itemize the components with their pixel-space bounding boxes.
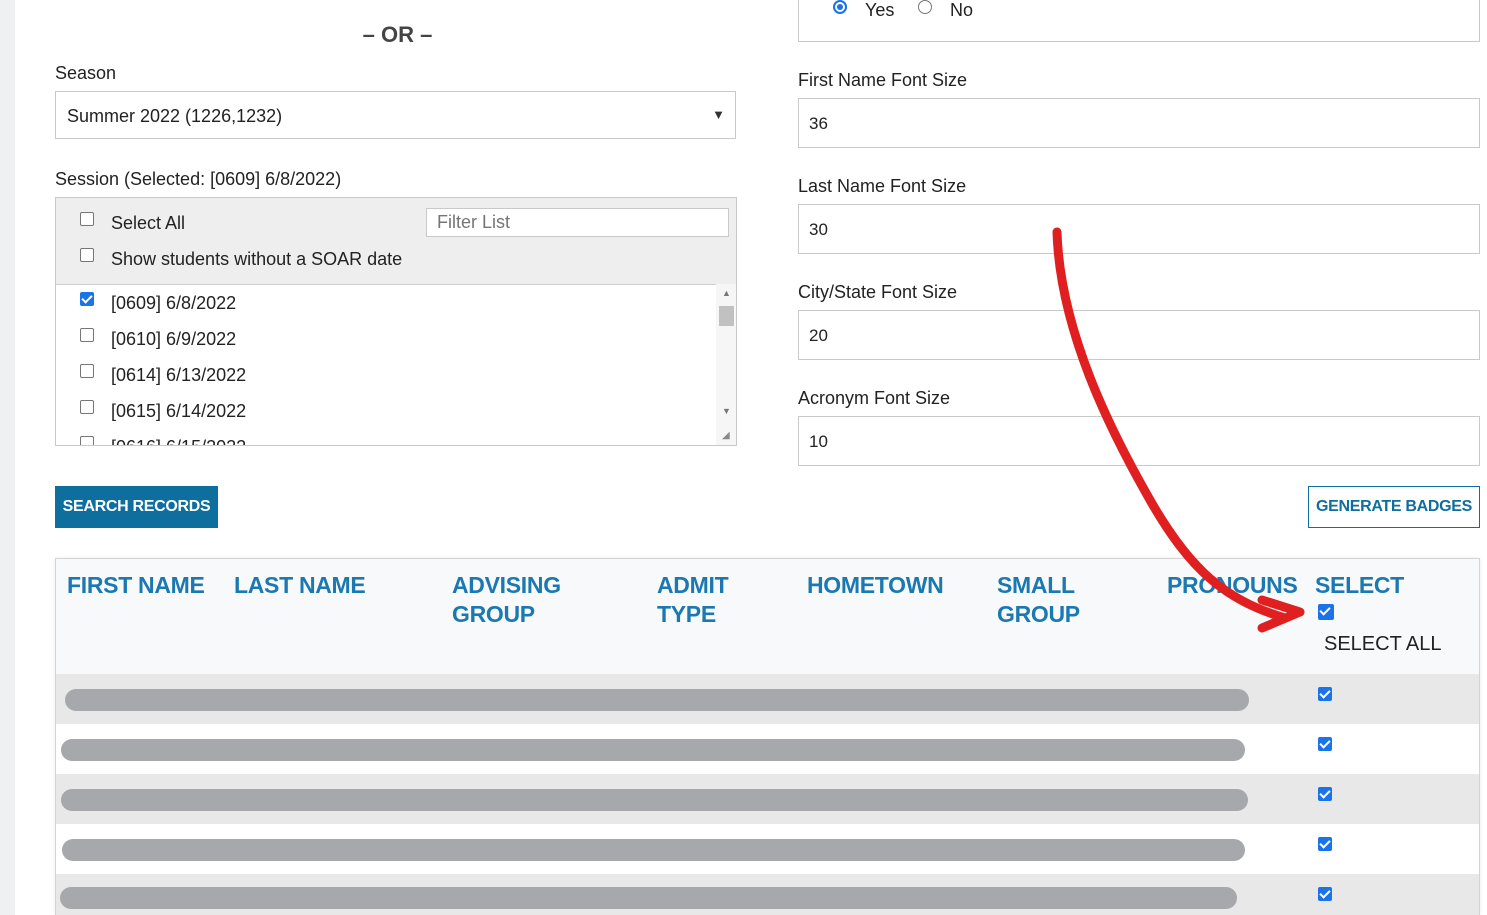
row-select-checkbox[interactable] [1318,687,1332,701]
session-list-panel: Select All Show students without a SOAR … [55,197,737,446]
scroll-thumb[interactable] [719,306,734,326]
session-item-label: [0610] 6/9/2022 [111,329,237,349]
last-name-font-value: 30 [809,220,828,239]
scroll-up-icon[interactable]: ▲ [722,288,731,298]
session-item-label: [0615] 6/14/2022 [111,401,247,421]
season-value: Summer 2022 (1226,1232) [67,106,283,126]
last-name-font-field[interactable]: 30 [798,204,1480,254]
search-records-button[interactable]: SEARCH RECORDS [55,486,218,528]
header-admit-type[interactable]: ADMIT TYPE [657,571,747,629]
no-radio[interactable] [918,0,932,14]
table-row [56,874,1479,915]
season-label: Season [55,63,117,83]
filter-list-input[interactable] [426,208,729,237]
session-scrollbar[interactable]: ▲ ▼ [716,284,736,445]
session-list-header: Select All Show students without a SOAR … [56,198,736,285]
records-table: FIRST NAME LAST NAME ADVISING GROUP ADMI… [55,558,1480,915]
header-select: SELECT [1315,572,1404,598]
table-row [56,674,1479,724]
select-all-label: Select All [111,213,186,233]
acronym-font-field[interactable]: 10 [798,416,1480,466]
session-checkbox[interactable] [80,364,94,378]
generate-badges-button[interactable]: GENERATE BADGES [1308,486,1480,528]
select-all-rows-label: SELECT ALL [1324,633,1442,655]
redacted-row-content [60,887,1237,909]
show-without-soar-checkbox[interactable] [80,248,94,262]
header-pronouns[interactable]: PRONOUNS [1167,571,1297,600]
session-checkbox[interactable] [80,328,94,342]
acronym-font-label: Acronym Font Size [798,388,951,408]
yes-radio[interactable] [833,0,847,14]
table-header: FIRST NAME LAST NAME ADVISING GROUP ADMI… [56,559,1479,674]
last-name-font-label: Last Name Font Size [798,176,967,196]
resize-handle-icon[interactable]: ◢ [722,430,730,441]
select-all-rows-checkbox[interactable] [1318,604,1334,620]
session-item-label: [0614] 6/13/2022 [111,365,247,385]
table-row [56,774,1479,824]
left-edge [0,0,15,915]
row-select-checkbox[interactable] [1318,887,1332,901]
row-select-checkbox[interactable] [1318,837,1332,851]
no-label: No [950,0,974,20]
session-checkbox[interactable] [80,292,94,306]
show-without-soar-label: Show students without a SOAR date [111,249,403,269]
table-row [56,724,1479,774]
option-box [798,0,1480,42]
row-select-checkbox[interactable] [1318,737,1332,751]
chevron-down-icon: ▼ [712,107,725,122]
session-checkbox[interactable] [80,436,94,445]
first-name-font-label: First Name Font Size [798,70,968,90]
season-select[interactable]: Summer 2022 (1226,1232) ▼ [55,91,736,139]
or-divider: – OR – [362,22,433,47]
session-item-label: [0609] 6/8/2022 [111,293,237,313]
redacted-row-content [61,739,1245,761]
header-first-name[interactable]: FIRST NAME [67,571,205,600]
city-state-font-value: 20 [809,326,828,345]
city-state-font-field[interactable]: 20 [798,310,1480,360]
scroll-down-icon[interactable]: ▼ [722,406,731,416]
header-last-name[interactable]: LAST NAME [234,571,366,600]
yes-label: Yes [865,0,895,20]
table-row [56,824,1479,874]
select-all-checkbox[interactable] [80,212,94,226]
header-small-group[interactable]: SMALL GROUP [997,571,1097,629]
redacted-row-content [65,689,1249,711]
first-name-font-value: 36 [809,114,828,133]
row-select-checkbox[interactable] [1318,787,1332,801]
header-advising-group[interactable]: ADVISING GROUP [452,571,572,629]
first-name-font-field[interactable]: 36 [798,98,1480,148]
session-item-label: [0616] 6/15/2022 [111,437,246,445]
redacted-row-content [61,789,1248,811]
header-hometown[interactable]: HOMETOWN [807,571,944,600]
acronym-font-value: 10 [809,432,828,451]
session-label: Session (Selected: [0609] 6/8/2022) [55,169,342,189]
session-checkbox[interactable] [80,400,94,414]
redacted-row-content [62,839,1245,861]
city-state-font-label: City/State Font Size [798,282,958,302]
